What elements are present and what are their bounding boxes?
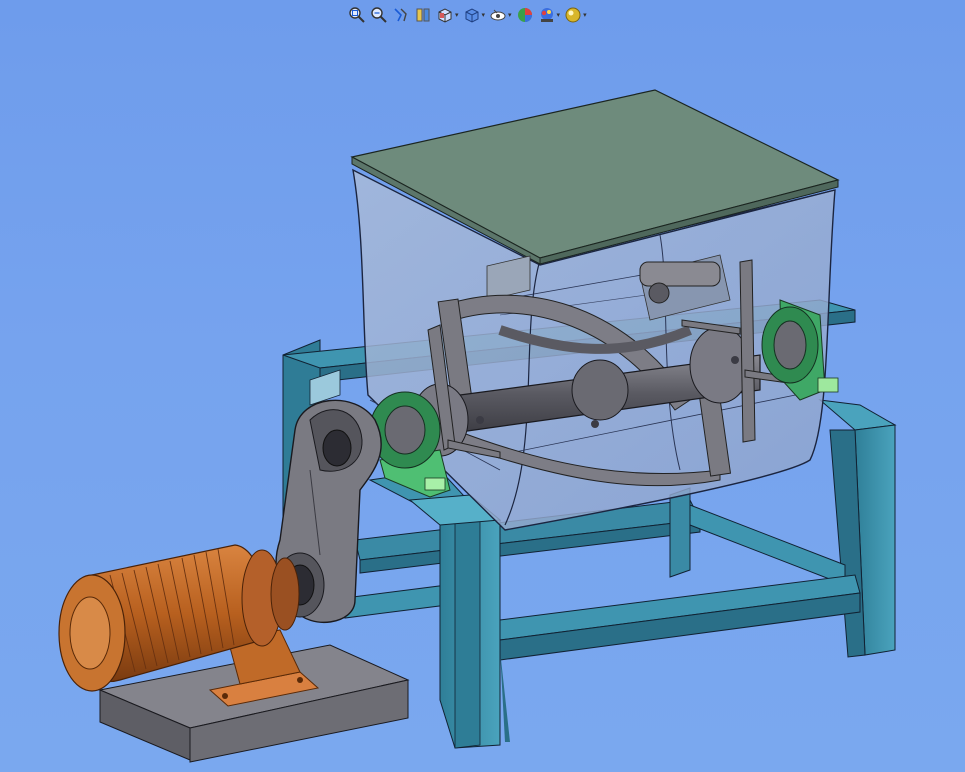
- cad-model-view[interactable]: [0, 0, 965, 772]
- graphics-viewport[interactable]: ▾ ▾ ▾ ▾ ▾: [0, 0, 965, 772]
